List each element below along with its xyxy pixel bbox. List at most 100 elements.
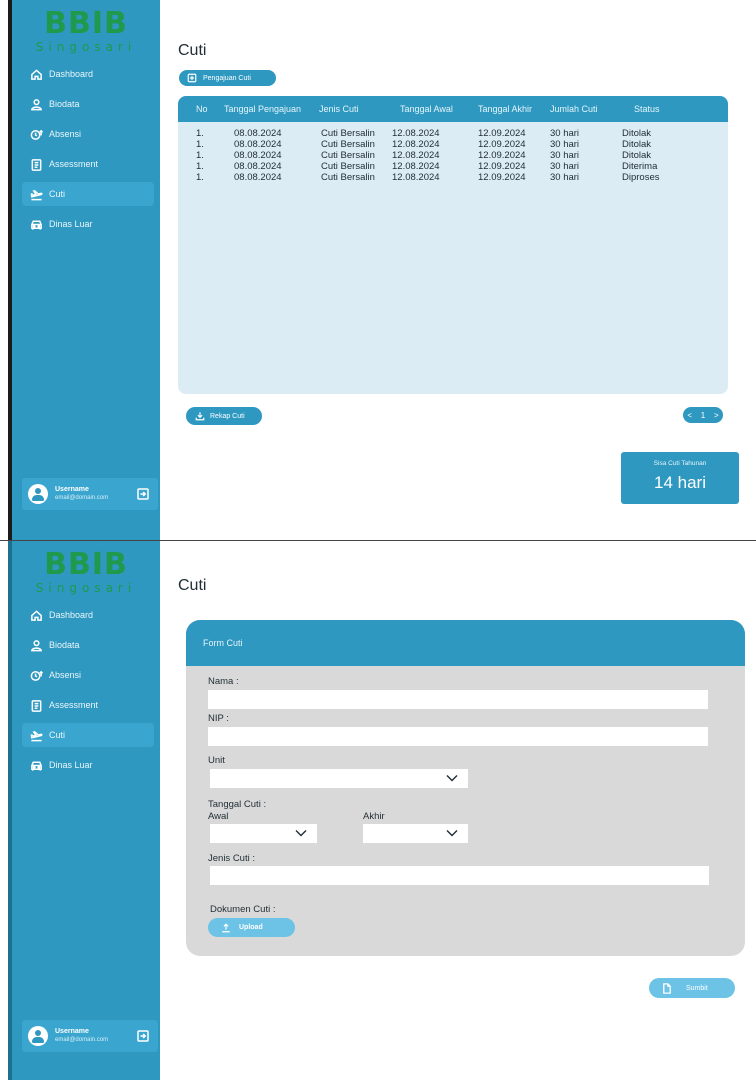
cell-tanggal-akhir: 12.09.2024 <box>478 161 526 172</box>
sidebar-item-label: Biodata <box>49 640 80 650</box>
user-info: Username email@domain.com <box>55 485 136 503</box>
nama-label: Nama : <box>208 676 239 687</box>
leave-list-screen: BBIB Singosari Dashboard Biodata Absensi… <box>0 0 756 540</box>
leave-form-screen: BBIB Singosari Dashboard Biodata Absensi… <box>0 540 756 1080</box>
page-title: Cuti <box>178 42 207 59</box>
cell-tanggal-pengajuan: 08.08.2024 <box>234 150 282 161</box>
nama-input[interactable] <box>208 690 708 709</box>
cell-jumlah-cuti: 30 hari <box>550 139 580 150</box>
sidebar-item-dashboard[interactable]: Dashboard <box>22 62 154 86</box>
jenis-cuti-label: Jenis Cuti : <box>208 853 255 864</box>
sidebar-item-absensi[interactable]: Absensi <box>22 663 154 687</box>
clock-icon <box>30 670 43 681</box>
brand-subtitle: Singosari <box>35 581 137 595</box>
jenis-cuti-input[interactable] <box>210 866 709 885</box>
rekap-cuti-button[interactable]: Rekap Cuti <box>186 407 262 425</box>
brand-logo: BBIB Singosari <box>12 6 160 55</box>
logout-icon[interactable] <box>136 1029 150 1043</box>
pagination: < 1 > <box>683 407 723 423</box>
next-page-button[interactable]: > <box>714 411 719 420</box>
remaining-leave-value: 14 hari <box>654 473 706 492</box>
leave-table: No Tanggal Pengajuan Jenis Cuti Tanggal … <box>178 96 728 394</box>
cell-tanggal-awal: 12.08.2024 <box>392 161 440 172</box>
chevron-down-icon <box>446 830 458 837</box>
cell-status: Diterima <box>622 161 658 172</box>
sidebar-item-assessment[interactable]: Assessment <box>22 152 154 176</box>
cell-tanggal-pengajuan: 08.08.2024 <box>234 161 282 172</box>
chevron-down-icon <box>295 830 307 837</box>
logout-icon[interactable] <box>136 487 150 501</box>
plane-icon <box>30 189 43 200</box>
sidebar-item-dashboard[interactable]: Dashboard <box>22 603 154 627</box>
prev-page-button[interactable]: < <box>687 411 692 420</box>
table-row[interactable]: 1. 08.08.2024 Cuti Bersalin 12.08.2024 1… <box>178 139 728 150</box>
brand-name: BBIB <box>44 6 128 41</box>
cell-tanggal-awal: 12.08.2024 <box>392 172 440 183</box>
sidebar-item-absensi[interactable]: Absensi <box>22 122 154 146</box>
col-header-tanggal-awal: Tanggal Awal <box>400 104 453 114</box>
sidebar-item-dinas-luar[interactable]: Dinas Luar <box>22 753 154 777</box>
cell-jenis-cuti: Cuti Bersalin <box>321 161 375 172</box>
clipboard-icon <box>31 158 42 171</box>
sidebar: BBIB Singosari Dashboard Biodata Absensi… <box>8 0 160 540</box>
brand-subtitle: Singosari <box>35 40 137 54</box>
clipboard-icon <box>31 699 42 712</box>
col-header-tanggal-akhir: Tanggal Akhir <box>478 104 533 114</box>
upload-label: Upload <box>239 924 263 931</box>
user-icon <box>31 639 42 651</box>
sidebar-item-label: Dinas Luar <box>49 219 93 229</box>
brand-logo: BBIB Singosari <box>12 547 160 596</box>
table-row[interactable]: 1. 08.08.2024 Cuti Bersalin 12.08.2024 1… <box>178 161 728 172</box>
cell-tanggal-pengajuan: 08.08.2024 <box>234 139 282 150</box>
user-card[interactable]: Username email@domain.com <box>22 1020 158 1052</box>
col-header-no: No <box>196 104 208 114</box>
table-body: 1. 08.08.2024 Cuti Bersalin 12.08.2024 1… <box>178 122 728 183</box>
table-row[interactable]: 1. 08.08.2024 Cuti Bersalin 12.08.2024 1… <box>178 128 728 139</box>
sidebar-nav: Dashboard Biodata Absensi Assessment Cut… <box>22 603 154 783</box>
form-title: Form Cuti <box>186 620 745 666</box>
cell-status: Ditolak <box>622 139 652 150</box>
table-header: No Tanggal Pengajuan Jenis Cuti Tanggal … <box>178 96 728 122</box>
download-icon <box>195 412 205 421</box>
col-header-status: Status <box>634 104 660 114</box>
user-name: Username <box>55 486 89 493</box>
sidebar-item-biodata[interactable]: Biodata <box>22 92 154 116</box>
upload-icon <box>222 922 230 932</box>
user-card[interactable]: Username email@domain.com <box>22 478 158 510</box>
sidebar-nav: Dashboard Biodata Absensi Assessment Cut… <box>22 62 154 242</box>
tanggal-cuti-label: Tanggal Cuti : <box>208 799 267 810</box>
brand-name: BBIB <box>44 547 128 582</box>
add-leave-button[interactable]: Pengajuan Cuti <box>179 70 276 86</box>
current-page: 1 <box>700 410 706 420</box>
col-header-tanggal-pengajuan: Tanggal Pengajuan <box>224 104 302 114</box>
sidebar-item-cuti[interactable]: Cuti <box>22 723 154 747</box>
sidebar-item-label: Dashboard <box>49 610 94 620</box>
dokumen-cuti-label: Dokumen Cuti : <box>210 904 276 915</box>
table-row[interactable]: 1. 08.08.2024 Cuti Bersalin 12.08.2024 1… <box>178 172 728 183</box>
rekap-cuti-label: Rekap Cuti <box>210 412 245 420</box>
sidebar-item-cuti[interactable]: Cuti <box>22 182 154 206</box>
cell-jumlah-cuti: 30 hari <box>550 172 580 183</box>
cell-jenis-cuti: Cuti Bersalin <box>321 139 375 150</box>
sidebar-item-biodata[interactable]: Biodata <box>22 633 154 657</box>
nip-input[interactable] <box>208 727 708 746</box>
unit-select[interactable] <box>210 769 468 788</box>
cell-no: 1. <box>196 161 204 172</box>
plane-icon <box>30 730 43 741</box>
car-icon <box>31 220 42 230</box>
tanggal-awal-select[interactable] <box>210 824 317 843</box>
akhir-label: Akhir <box>363 811 385 822</box>
table-row[interactable]: 1. 08.08.2024 Cuti Bersalin 12.08.2024 1… <box>178 150 728 161</box>
awal-label: Awal <box>208 811 229 822</box>
tanggal-akhir-select[interactable] <box>363 824 468 843</box>
cell-tanggal-awal: 12.08.2024 <box>392 150 440 161</box>
sidebar-item-label: Dinas Luar <box>49 760 93 770</box>
submit-button[interactable]: Sumbit <box>649 978 735 998</box>
car-icon <box>31 761 42 771</box>
upload-button[interactable]: Upload <box>208 918 295 937</box>
user-email: email@domain.com <box>55 495 109 501</box>
cell-tanggal-akhir: 12.09.2024 <box>478 172 526 183</box>
sidebar-item-dinas-luar[interactable]: Dinas Luar <box>22 212 154 236</box>
sidebar-item-assessment[interactable]: Assessment <box>22 693 154 717</box>
remaining-leave-card: Sisa Cuti Tahunan 14 hari <box>621 452 739 504</box>
